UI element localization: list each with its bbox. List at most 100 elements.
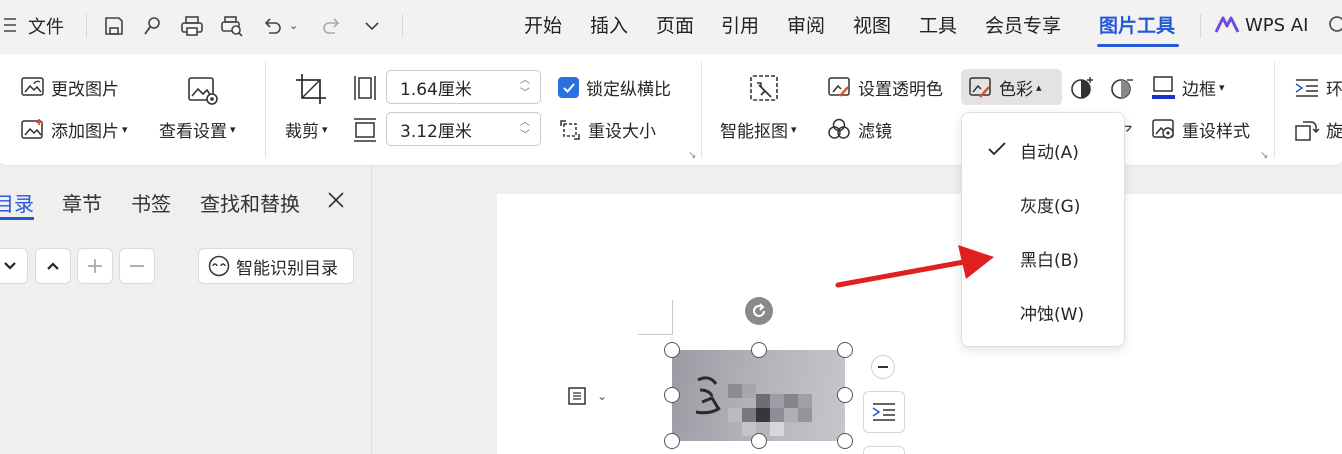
- check-icon: [987, 141, 1007, 157]
- close-icon[interactable]: [327, 191, 345, 209]
- menu-review[interactable]: 审阅: [787, 11, 825, 41]
- lock-ratio-checkbox[interactable]: 锁定纵横比: [558, 75, 671, 100]
- resize-handle-left[interactable]: [664, 387, 680, 403]
- wrap-text-button[interactable]: 环: [1294, 75, 1342, 100]
- chevron-down-icon: ▾: [322, 123, 328, 136]
- increase-contrast-icon[interactable]: [1070, 76, 1096, 100]
- smart-toc-label: 智能识别目录: [236, 258, 338, 279]
- picture-tools-ribbon: [0, 54, 1342, 166]
- redo-icon[interactable]: [318, 12, 346, 40]
- width-stepper[interactable]: ︿ ﹀: [520, 74, 530, 100]
- height-stepper[interactable]: ︿ ﹀: [520, 116, 530, 142]
- resize-handle-right[interactable]: [837, 387, 853, 403]
- print-preview-icon[interactable]: [218, 12, 246, 40]
- change-picture-button[interactable]: 更改图片: [20, 75, 119, 100]
- color-option-washout[interactable]: 冲蚀(W): [962, 292, 1126, 332]
- reset-size-label: 重设大小: [588, 122, 656, 142]
- collapse-button[interactable]: [35, 248, 71, 284]
- chevron-down-icon: ▾: [122, 123, 128, 136]
- file-menu[interactable]: 文件: [28, 13, 64, 39]
- tab-toc[interactable]: 目录: [0, 188, 34, 217]
- view-settings-button[interactable]: 查看设置 ▾: [159, 117, 236, 142]
- chevron-up-icon: ▴: [1036, 81, 1042, 94]
- lock-ratio-label: 锁定纵横比: [586, 80, 671, 100]
- menu-home[interactable]: 开始: [524, 11, 562, 41]
- layout-options-button[interactable]: ⌄: [565, 378, 623, 414]
- rotate-label: 旋: [1326, 122, 1342, 142]
- undo-dropdown-icon[interactable]: ⌄: [289, 19, 298, 32]
- wrap-text-label: 环: [1326, 80, 1342, 100]
- reset-style-button[interactable]: 重设样式: [1151, 117, 1250, 142]
- filter-label: 滤镜: [858, 122, 892, 142]
- menu-insert[interactable]: 插入: [590, 11, 628, 41]
- color-option-grayscale[interactable]: 灰度(G): [962, 184, 1126, 224]
- menu-tools[interactable]: 工具: [919, 11, 957, 41]
- resize-handle-bottom-left[interactable]: [664, 433, 680, 449]
- smart-cutout-button[interactable]: 智能抠图 ▾: [720, 117, 797, 142]
- border-button[interactable]: 边框 ▾: [1151, 75, 1225, 100]
- print-icon[interactable]: [178, 12, 206, 40]
- format-painter-icon[interactable]: [138, 12, 166, 40]
- picture-float-button-partial[interactable]: [863, 446, 905, 454]
- reset-size-button[interactable]: 重设大小: [558, 117, 656, 142]
- shrink-picture-icon[interactable]: [871, 355, 895, 379]
- add-heading-button[interactable]: [77, 248, 113, 284]
- rotate-icon: [1294, 118, 1320, 142]
- rotate-handle-icon[interactable]: [745, 297, 773, 325]
- selected-picture[interactable]: [672, 350, 845, 441]
- crop-button[interactable]: 裁剪 ▾: [285, 117, 328, 142]
- width-value: 1.64厘米: [400, 79, 472, 100]
- resize-handle-bottom[interactable]: [751, 433, 767, 449]
- color-dropdown-menu: 自动(A) 灰度(G) 黑白(B) 冲蚀(W): [961, 112, 1125, 347]
- rotate-button[interactable]: 旋: [1294, 117, 1342, 142]
- smart-cutout-icon[interactable]: [748, 73, 782, 107]
- more-quick-actions-icon[interactable]: [358, 12, 386, 40]
- border-icon: [1151, 75, 1176, 100]
- set-transparent-label: 设置透明色: [858, 80, 943, 100]
- crop-icon[interactable]: [294, 72, 328, 106]
- picture-style-launcher-icon[interactable]: ↘: [1260, 150, 1268, 161]
- color-option-auto[interactable]: 自动(A): [962, 130, 1126, 170]
- height-icon: [352, 116, 378, 144]
- width-field[interactable]: 1.64厘米 ︿ ﹀: [386, 70, 541, 104]
- crop-label: 裁剪: [285, 122, 319, 142]
- resize-handle-bottom-right[interactable]: [837, 433, 853, 449]
- filter-icon: [827, 118, 852, 141]
- transparent-color-icon: [827, 76, 852, 99]
- expand-button[interactable]: [0, 248, 28, 284]
- menu-references[interactable]: 引用: [721, 11, 759, 41]
- set-transparent-button[interactable]: 设置透明色: [827, 75, 943, 100]
- reset-size-icon: [558, 118, 582, 142]
- add-picture-button[interactable]: 添加图片 ▾: [20, 117, 128, 142]
- color-button[interactable]: 色彩 ▴: [968, 75, 1042, 100]
- height-field[interactable]: 3.12厘米 ︿ ﹀: [386, 112, 541, 146]
- size-settings-launcher-icon[interactable]: ↘: [688, 150, 696, 161]
- tab-bookmarks[interactable]: 书签: [131, 188, 171, 217]
- resize-handle-top-left[interactable]: [664, 342, 680, 358]
- title-bar: 文件 ⌄ 开始 插入 页面 引用 审阅 视图 工具 会员专享 图片工具 WPS …: [0, 0, 1342, 54]
- main-menu-icon[interactable]: [4, 16, 18, 34]
- filter-button[interactable]: 滤镜: [827, 117, 892, 142]
- resize-handle-top-right[interactable]: [837, 342, 853, 358]
- smart-toc-button[interactable]: 智能识别目录: [198, 248, 354, 284]
- menu-view[interactable]: 视图: [853, 11, 891, 41]
- annotation-arrow: [832, 240, 1002, 292]
- decrease-contrast-icon[interactable]: [1110, 76, 1136, 100]
- paragraph-corner-mark: [638, 300, 673, 335]
- menu-picture-tools[interactable]: 图片工具: [1099, 11, 1175, 41]
- undo-icon[interactable]: [258, 12, 286, 40]
- menu-member[interactable]: 会员专享: [985, 11, 1061, 41]
- change-picture-icon: [20, 76, 45, 99]
- resize-handle-top[interactable]: [751, 342, 767, 358]
- menu-page[interactable]: 页面: [656, 11, 694, 41]
- remove-heading-button[interactable]: [119, 248, 155, 284]
- save-icon[interactable]: [100, 12, 128, 40]
- search-icon[interactable]: [1326, 14, 1342, 36]
- tab-find-replace[interactable]: 查找和替换: [200, 188, 300, 217]
- document-page[interactable]: [497, 194, 1342, 454]
- view-settings-icon[interactable]: [186, 75, 220, 107]
- picture-wrap-float-button[interactable]: [863, 391, 905, 433]
- wps-ai-icon: [1214, 15, 1240, 35]
- tab-sections[interactable]: 章节: [62, 188, 102, 217]
- wps-ai-button[interactable]: WPS AI: [1245, 11, 1308, 41]
